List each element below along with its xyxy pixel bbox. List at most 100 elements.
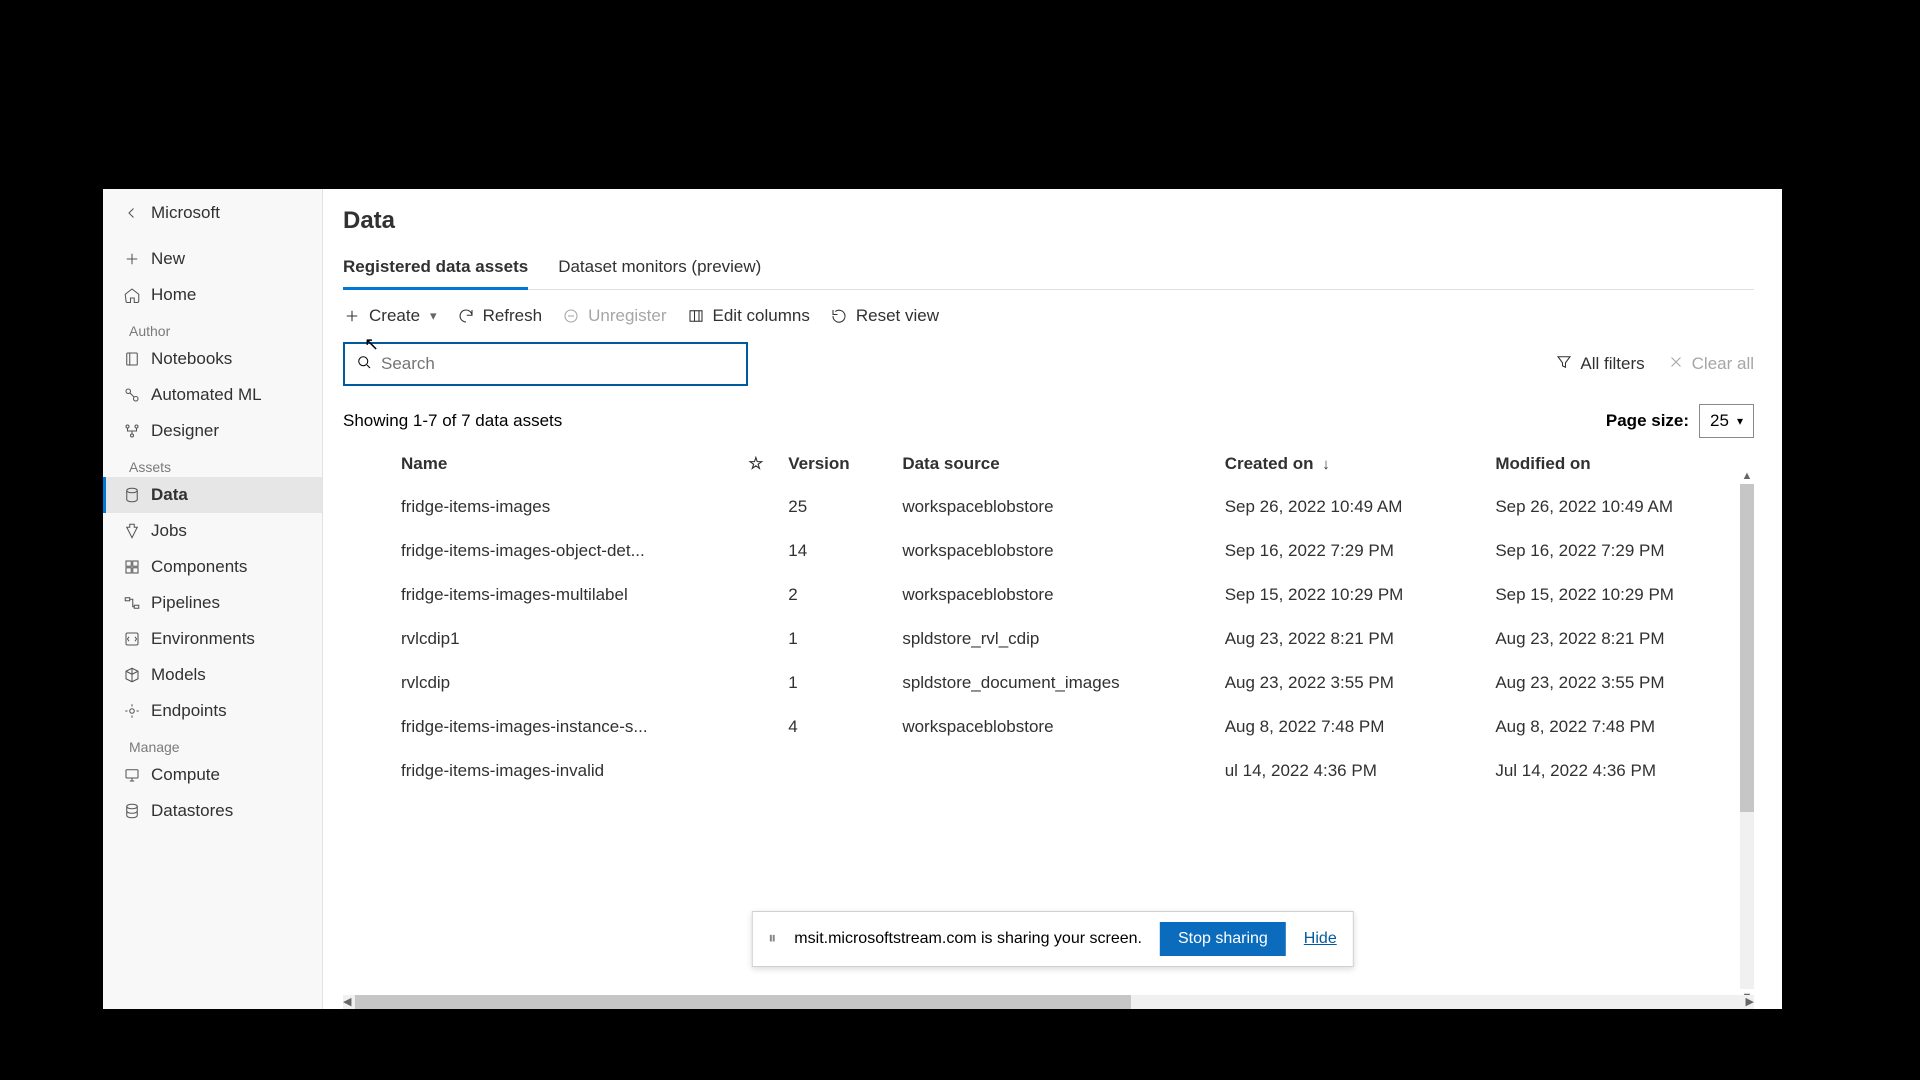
refresh-button[interactable]: Refresh [457,304,543,328]
row-favorite[interactable] [736,661,776,705]
row-name[interactable]: fridge-items-images-instance-s... [389,705,736,749]
table-row[interactable]: fridge-items-images-multilabel2workspace… [343,573,1754,617]
row-data-source[interactable]: workspaceblobstore [890,573,1212,617]
environments-icon [123,630,141,648]
row-favorite[interactable] [736,529,776,573]
column-modified-on[interactable]: Modified on [1483,444,1754,485]
table-row[interactable]: fridge-items-images-object-det... 14works… [343,529,1754,573]
row-name[interactable]: fridge-items-images-multilabel [389,573,736,617]
create-button[interactable]: Create ▾ [343,304,437,328]
row-favorite[interactable] [736,705,776,749]
row-data-source[interactable] [890,749,1212,793]
reset-view-label: Reset view [856,306,939,326]
components-icon [123,558,141,576]
sidebar-item-pipelines[interactable]: Pipelines [103,585,322,621]
search-input[interactable] [381,354,736,374]
unregister-button: Unregister [562,304,666,328]
row-name[interactable]: rvlcdip1 [389,617,736,661]
row-created: Sep 15, 2022 10:29 PM [1213,573,1484,617]
row-favorite[interactable] [736,573,776,617]
row-version: 25 [776,485,890,530]
table-row[interactable]: fridge-items-images-invalidul 14, 2022 4… [343,749,1754,793]
column-select[interactable] [343,444,389,485]
sidebar-item-compute[interactable]: Compute [103,757,322,793]
row-version [776,749,890,793]
endpoints-icon [123,702,141,720]
scroll-right-icon[interactable]: ▶ [1746,995,1754,1009]
row-checkbox[interactable] [343,705,389,749]
column-favorite[interactable]: ☆ [736,444,776,485]
search-icon [355,353,373,376]
scroll-thumb[interactable] [1740,484,1754,812]
edit-columns-button[interactable]: Edit columns [687,304,810,328]
sort-desc-icon: ↓ [1322,456,1330,473]
row-favorite[interactable] [736,749,776,793]
sidebar-back[interactable]: Microsoft [103,195,322,231]
scroll-left-icon[interactable]: ◀ [343,995,351,1009]
sidebar-new[interactable]: New [103,241,322,277]
row-name[interactable]: fridge-items-images-object-det... [389,529,736,573]
sidebar-item-data[interactable]: Data [103,477,322,513]
scroll-up-icon[interactable]: ▲ [1740,470,1754,482]
hide-link[interactable]: Hide [1304,930,1337,948]
unregister-icon [562,307,580,325]
stop-sharing-button[interactable]: Stop sharing [1160,922,1286,956]
tab-dataset-monitors[interactable]: Dataset monitors (preview) [558,249,761,289]
row-checkbox[interactable] [343,573,389,617]
sidebar-item-models[interactable]: Models [103,657,322,693]
sidebar-item-label: Endpoints [151,701,227,721]
row-name[interactable]: rvlcdip [389,661,736,705]
sidebar-home[interactable]: Home [103,277,322,313]
row-favorite[interactable] [736,485,776,530]
page-size-select[interactable]: 25 ▾ [1699,404,1754,438]
row-created: Aug 23, 2022 8:21 PM [1213,617,1484,661]
chevron-down-icon: ▾ [1737,414,1743,428]
vertical-scrollbar[interactable]: ▲ ▼ [1740,484,1754,989]
row-data-source[interactable]: workspaceblobstore [890,529,1212,573]
table-row[interactable]: fridge-items-images-instance-s...4worksp… [343,705,1754,749]
row-checkbox[interactable] [343,661,389,705]
sidebar-item-label: Notebooks [151,349,232,369]
reset-view-button[interactable]: Reset view [830,304,939,328]
column-version[interactable]: Version [776,444,890,485]
row-checkbox[interactable] [343,749,389,793]
sidebar-item-environments[interactable]: Environments [103,621,322,657]
sidebar-item-designer[interactable]: Designer [103,413,322,449]
row-name[interactable]: fridge-items-images-invalid [389,749,736,793]
search-box[interactable]: ↖ [343,342,748,386]
sidebar-item-datastores[interactable]: Datastores [103,793,322,829]
row-favorite[interactable] [736,617,776,661]
row-data-source[interactable]: workspaceblobstore [890,485,1212,530]
column-data-source[interactable]: Data source [890,444,1212,485]
horizontal-scrollbar[interactable]: ◀ ▶ [343,995,1754,1009]
sidebar-item-label: Automated ML [151,385,262,405]
row-name[interactable]: fridge-items-images [389,485,736,530]
row-checkbox[interactable] [343,485,389,530]
row-data-source[interactable]: workspaceblobstore [890,705,1212,749]
table-row[interactable]: rvlcdip 1spldstore_document_imagesAug 23,… [343,661,1754,705]
column-created-on[interactable]: Created on ↓ [1213,444,1484,485]
all-filters-label: All filters [1580,354,1644,374]
sidebar-item-components[interactable]: Components [103,549,322,585]
column-name[interactable]: Name [389,444,736,485]
scroll-thumb[interactable] [355,995,1131,1009]
sidebar-item-automl[interactable]: Automated ML [103,377,322,413]
sidebar-item-jobs[interactable]: Jobs [103,513,322,549]
all-filters-button[interactable]: All filters [1555,353,1644,376]
page-title: Data [343,207,1754,235]
sidebar-item-endpoints[interactable]: Endpoints [103,693,322,729]
table-row[interactable]: fridge-items-images25workspaceblobstoreS… [343,485,1754,530]
row-created: Aug 23, 2022 3:55 PM [1213,661,1484,705]
row-version: 1 [776,661,890,705]
table-row[interactable]: rvlcdip11spldstore_rvl_cdipAug 23, 2022 … [343,617,1754,661]
row-checkbox[interactable] [343,529,389,573]
row-data-source[interactable]: spldstore_document_images [890,661,1212,705]
tab-registered-data-assets[interactable]: Registered data assets [343,249,528,289]
notebook-icon [123,350,141,368]
row-data-source[interactable]: spldstore_rvl_cdip [890,617,1212,661]
row-version: 14 [776,529,890,573]
row-checkbox[interactable] [343,617,389,661]
sidebar-new-label: New [151,249,185,269]
sidebar-item-notebooks[interactable]: Notebooks [103,341,322,377]
reset-icon [830,307,848,325]
